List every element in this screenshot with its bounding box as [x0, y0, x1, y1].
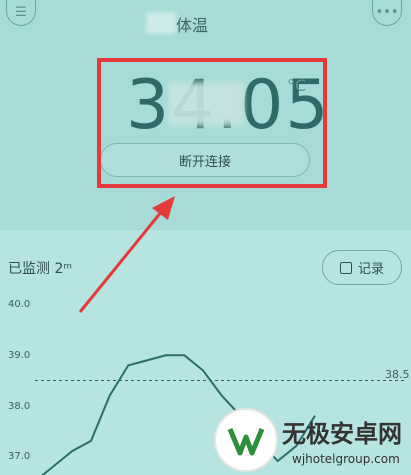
chart-layer — [35, 196, 405, 475]
watermark-url: wjhotelgroup.com — [292, 452, 400, 466]
annotation-arrowhead — [152, 196, 175, 220]
watermark-text: 无极安卓网 — [282, 420, 402, 448]
annotation-arrow — [78, 205, 168, 313]
watermark-logo — [214, 408, 278, 472]
